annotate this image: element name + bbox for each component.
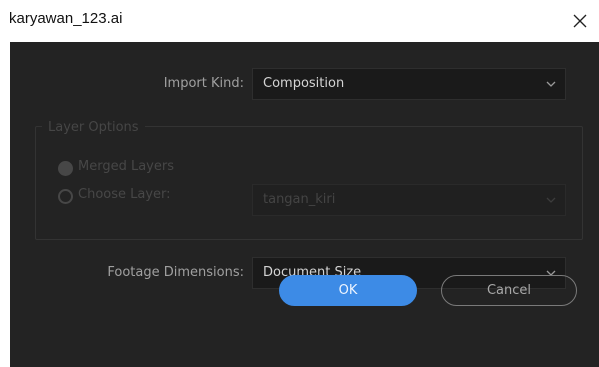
merged-layers-radio[interactable]	[58, 161, 73, 176]
import-kind-select[interactable]: Composition	[252, 68, 566, 100]
window-title: karyawan_123.ai	[9, 10, 123, 27]
import-dialog-panel: Import Kind: Composition Layer Options M…	[10, 42, 599, 367]
title-bar: karyawan_123.ai	[0, 0, 599, 42]
layer-options-group	[35, 126, 583, 240]
chevron-down-icon	[546, 81, 556, 87]
footage-dimensions-label: Footage Dimensions:	[107, 265, 244, 280]
close-icon	[573, 14, 587, 28]
choose-layer-select[interactable]: tangan_kiri	[252, 184, 566, 216]
chevron-down-icon	[546, 197, 556, 203]
merged-layers-label: Merged Layers	[78, 159, 174, 174]
close-button[interactable]	[561, 0, 599, 42]
choose-layer-label: Choose Layer:	[78, 187, 171, 202]
choose-layer-value: tangan_kiri	[263, 192, 336, 207]
import-kind-value: Composition	[263, 76, 345, 91]
ok-button[interactable]: OK	[279, 275, 417, 306]
cancel-button[interactable]: Cancel	[441, 275, 577, 306]
import-kind-label: Import Kind:	[163, 76, 244, 91]
layer-options-legend: Layer Options	[42, 120, 145, 135]
choose-layer-radio[interactable]	[58, 189, 73, 204]
